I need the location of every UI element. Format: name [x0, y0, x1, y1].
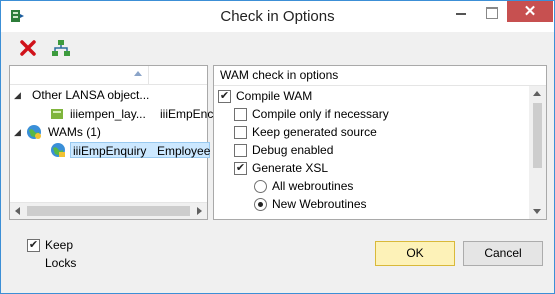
column-header-description[interactable]: [149, 66, 207, 85]
vertical-scrollbar[interactable]: [529, 86, 546, 219]
checkbox-checked-icon[interactable]: ✔: [234, 162, 247, 175]
scroll-down-icon[interactable]: [533, 209, 541, 214]
checkbox-checked-icon[interactable]: ✔: [27, 239, 40, 252]
options-header: WAM check in options: [214, 66, 546, 86]
scroll-thumb[interactable]: [533, 103, 542, 168]
tree-item-label: Other LANSA object...: [32, 88, 150, 102]
checkbox-checked-icon[interactable]: ✔: [218, 90, 231, 103]
sort-ascending-icon: [134, 71, 142, 76]
radio-selected-icon[interactable]: [254, 198, 267, 211]
tree-item-label: WAMs (1): [48, 125, 101, 139]
scroll-thumb[interactable]: [27, 206, 190, 216]
expanded-arrow-icon: ◢: [14, 127, 21, 137]
cancel-button[interactable]: Cancel: [463, 241, 543, 266]
scroll-left-icon[interactable]: [15, 207, 20, 215]
maximize-button[interactable]: [476, 1, 506, 23]
tree-item-iiiempenquiry[interactable]: iiiEmpEnquiry Employee: [50, 141, 210, 159]
checkbox-icon[interactable]: [234, 108, 247, 121]
radio-icon[interactable]: [254, 180, 267, 193]
scroll-right-icon[interactable]: [197, 207, 202, 215]
tree-item-label: iiiEmpEnquiry: [73, 144, 147, 158]
ok-button[interactable]: OK: [375, 241, 455, 266]
title-bar[interactable]: Check in Options ✕: [1, 1, 554, 32]
checkbox-icon[interactable]: [234, 126, 247, 139]
close-button[interactable]: ✕: [507, 1, 553, 22]
layout-icon: [51, 109, 63, 119]
tree-item-description: iiiEmpEnc: [160, 107, 214, 121]
hierarchy-button[interactable]: [51, 38, 71, 58]
toolbar: [1, 32, 554, 64]
expanded-arrow-icon: ◢: [14, 90, 21, 100]
tree-item-layout[interactable]: iiiempen_lay... iiiEmpEnc: [50, 105, 213, 123]
minimize-button[interactable]: [446, 1, 476, 23]
globe-lock-icon: [51, 143, 65, 157]
column-header-name[interactable]: [10, 66, 149, 85]
selected-row-highlight: iiiEmpEnquiry Employee: [70, 142, 210, 158]
scroll-up-icon[interactable]: [533, 91, 541, 96]
object-tree-pane: ◢ Other LANSA object... iiiempen_lay... …: [9, 65, 213, 220]
horizontal-scrollbar[interactable]: [10, 202, 207, 219]
wam-options-pane: WAM check in options ✔ Compile WAM Compi…: [213, 65, 547, 220]
tree-item-label: iiiempen_lay...: [70, 107, 146, 121]
hierarchy-icon: [52, 40, 70, 56]
red-x-icon: [20, 40, 36, 56]
tree-item-description: Employee: [157, 144, 211, 158]
globe-icon: [27, 125, 41, 139]
delete-button[interactable]: [18, 38, 38, 58]
dialog-window: Check in Options ✕ ◢ Other LANSA object.…: [0, 0, 555, 294]
checkbox-icon[interactable]: [234, 144, 247, 157]
